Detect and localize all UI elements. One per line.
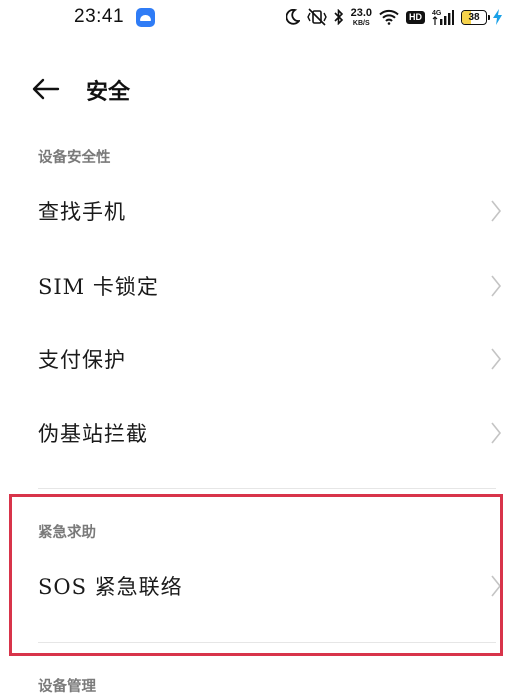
status-time: 23:41	[74, 6, 125, 27]
list-item-label: 查找手机	[38, 200, 126, 224]
list-item-label: 支付保护	[38, 348, 126, 372]
vibrate-icon	[306, 8, 327, 26]
section-header-emergency: 紧急求助	[38, 525, 96, 541]
section-divider	[38, 488, 496, 489]
moon-icon	[285, 9, 300, 25]
status-bar: 23:41 23.0 KB/S HD 4G 38	[0, 0, 510, 34]
list-item-label: 伪基站拦截	[38, 422, 148, 446]
list-item-payment-protection[interactable]: 支付保护	[0, 329, 510, 389]
net-speed: 23.0 KB/S	[350, 6, 372, 27]
arrow-left-icon[interactable]	[32, 76, 60, 102]
section-header-device-security: 设备安全性	[38, 150, 111, 166]
signal-icon: 4G	[432, 10, 454, 25]
chevron-right-icon	[491, 200, 502, 222]
section-divider	[38, 642, 496, 643]
battery-icon: 38	[461, 9, 490, 25]
net-speed-value: 23.0	[350, 6, 372, 19]
chevron-right-icon	[491, 575, 502, 597]
bluetooth-icon	[334, 9, 343, 25]
status-icons: 23.0 KB/S HD 4G 38	[279, 5, 502, 29]
charging-icon	[493, 9, 502, 25]
net-speed-unit: KB/S	[352, 19, 370, 27]
chevron-right-icon	[491, 348, 502, 370]
battery-cap	[488, 14, 490, 20]
chevron-right-icon	[491, 275, 502, 297]
list-item-fake-base-station-block[interactable]: 伪基站拦截	[0, 403, 510, 463]
list-item-sos-contacts[interactable]: SOS 紧急联络	[0, 556, 510, 616]
list-item-find-phone[interactable]: 查找手机	[0, 181, 510, 241]
list-item-label: SIM 卡锁定	[38, 275, 159, 299]
list-item-sim-lock[interactable]: SIM 卡锁定	[0, 256, 510, 316]
list-item-label: SOS 紧急联络	[38, 575, 183, 599]
app-notification-icon	[136, 8, 155, 27]
battery-level: 38	[468, 11, 480, 23]
wifi-icon	[379, 9, 399, 25]
chevron-right-icon	[491, 422, 502, 444]
battery-body: 38	[461, 9, 487, 25]
section-header-device-management: 设备管理	[38, 679, 96, 695]
network-type: 4G	[432, 10, 442, 17]
hd-badge: HD	[406, 10, 425, 24]
page-title: 安全	[86, 80, 131, 105]
